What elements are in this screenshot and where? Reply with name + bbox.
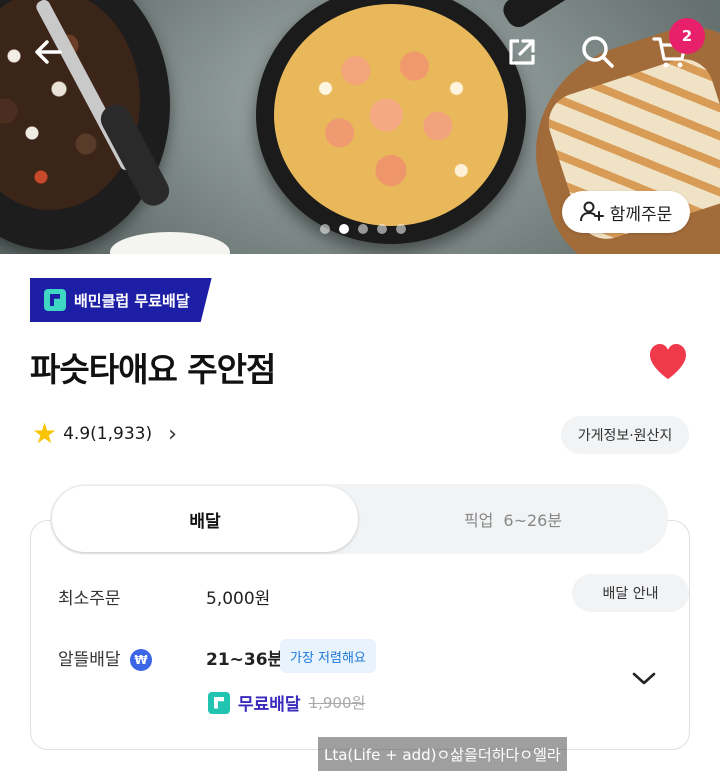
min-order-value: 5,000원 xyxy=(206,589,271,609)
rating-row[interactable]: ★ 4.9(1,933) › xyxy=(32,420,177,448)
search-icon xyxy=(582,36,614,68)
free-delivery-row: 무료배달 1,900원 xyxy=(208,690,365,715)
store-name: 파슷타애요 주안점 xyxy=(30,350,276,389)
heart-icon xyxy=(650,344,686,379)
cart-count-badge: 2 xyxy=(669,18,705,54)
carousel-dot xyxy=(320,224,330,234)
tab-pickup-time: 6~26분 xyxy=(503,511,563,530)
back-button[interactable] xyxy=(28,32,68,72)
share-button[interactable] xyxy=(502,32,542,72)
economy-delivery-label: 알뜰배달 xyxy=(58,650,121,670)
carousel-indicator xyxy=(320,224,406,234)
rating-value: 4.9(1,933) xyxy=(63,424,153,444)
store-info-button[interactable]: 가게정보·원산지 xyxy=(561,416,689,454)
share-icon xyxy=(509,39,535,65)
watermark-text: Lta(Life + add)ㅇ삶을더하다ㅇ엘라 xyxy=(318,737,567,771)
free-delivery-label: 무료배달 xyxy=(238,695,301,715)
arrow-left-icon xyxy=(35,40,62,64)
search-button[interactable] xyxy=(578,32,618,72)
cheapest-badge: 가장 저렴해요 xyxy=(280,639,376,673)
carousel-dot xyxy=(377,224,387,234)
delivery-info-card xyxy=(30,520,690,750)
won-pay-icon: ₩ xyxy=(129,649,152,671)
group-order-button[interactable]: 함께주문 xyxy=(562,191,690,233)
economy-delivery-time: 21~36분 xyxy=(206,650,284,670)
carousel-dot xyxy=(396,224,406,234)
min-order-label: 최소주문 xyxy=(58,589,121,609)
baemin-club-icon xyxy=(208,691,230,714)
star-icon: ★ xyxy=(32,417,58,450)
baemin-club-icon xyxy=(44,289,66,311)
delivery-guide-button[interactable]: 배달 안내 xyxy=(572,574,689,612)
carousel-dot xyxy=(358,224,368,234)
tab-delivery[interactable]: 배달 xyxy=(52,486,358,552)
add-person-icon xyxy=(579,201,604,222)
chevron-down-icon xyxy=(632,672,656,685)
chevron-right-icon: › xyxy=(168,421,177,447)
baemin-club-badge: 배민클럽 무료배달 xyxy=(30,278,212,322)
group-order-label: 함께주문 xyxy=(609,204,673,225)
expand-delivery-options-button[interactable] xyxy=(630,664,658,692)
favorite-button[interactable] xyxy=(648,343,688,383)
economy-delivery-label-row: 알뜰배달 ₩ xyxy=(58,645,152,671)
tab-pickup-label: 픽업 xyxy=(463,511,494,530)
carousel-dot-active xyxy=(339,224,349,234)
club-badge-label: 배민클럽 무료배달 xyxy=(74,291,190,310)
original-delivery-fee: 1,900원 xyxy=(308,694,366,712)
tab-pickup[interactable]: 픽업 6~26분 xyxy=(360,486,666,552)
